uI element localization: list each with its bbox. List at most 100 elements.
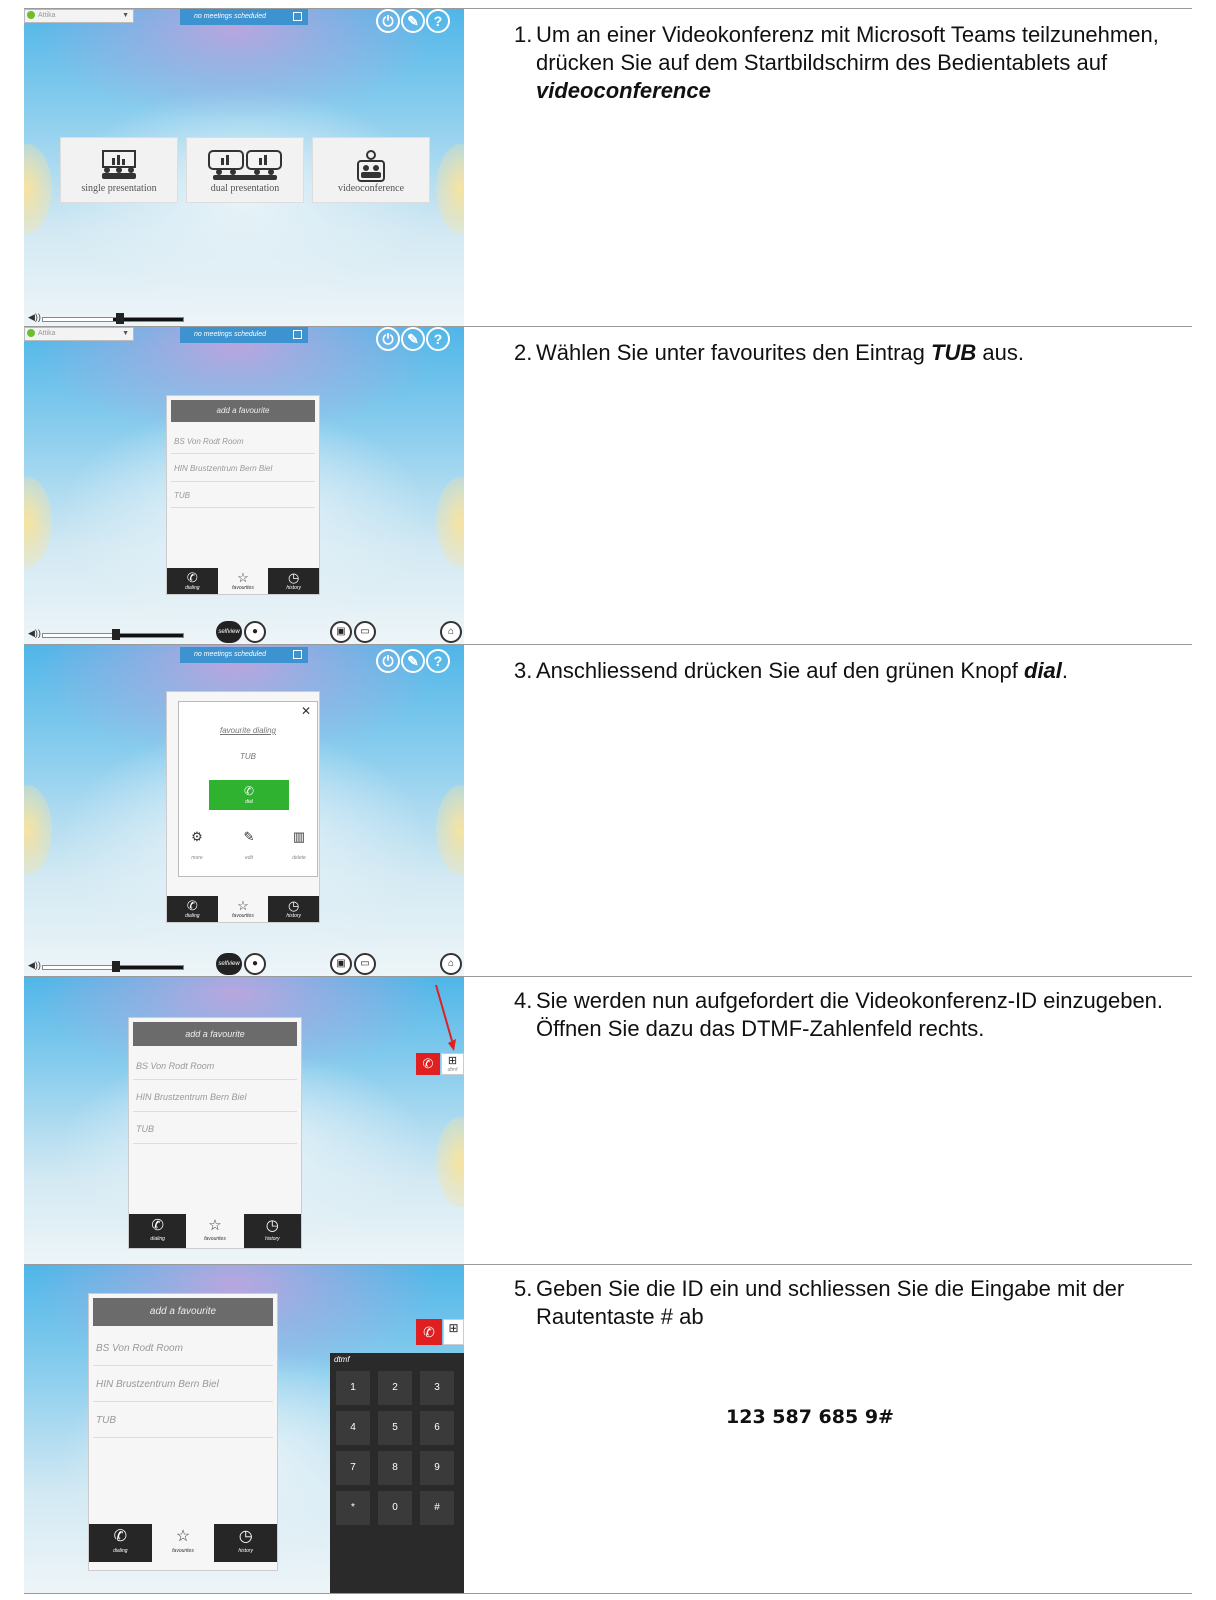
power-icon[interactable]: ⏻ — [376, 9, 400, 33]
favourite-item[interactable]: TUB — [171, 484, 315, 508]
help-icon[interactable]: ? — [426, 327, 450, 351]
favourite-item[interactable]: BS Von Rodt Room — [171, 430, 315, 454]
dtmf-button[interactable]: ⊞ dtmf — [441, 1053, 464, 1075]
dtmf-keypad: dtmf 1 2 3 4 5 6 7 8 9 * 0 # — [330, 1353, 464, 1593]
dtmf-key[interactable]: 4 — [336, 1411, 370, 1445]
clock-icon: ◷ — [288, 570, 300, 585]
meetings-status[interactable]: no meetings scheduled — [180, 327, 308, 343]
power-icon[interactable]: ⏻ — [376, 649, 400, 673]
dtmf-key[interactable]: 3 — [420, 1371, 454, 1405]
microphone-icon[interactable]: ● — [244, 953, 266, 975]
dtmf-key[interactable]: 9 — [420, 1451, 454, 1485]
step-3-text: 3. Anschliessend drücken Sie auf den grün… — [514, 658, 1069, 683]
step-1-text: 1. Um an einer Videokonferenz mit Microso… — [514, 22, 1159, 103]
dtmf-label: dtmf — [334, 1355, 350, 1364]
tab-history[interactable]: ◷ history — [268, 896, 320, 922]
screenshot-dtmf-button: add a favourite BS Von Rodt Room HIN Bru… — [24, 977, 464, 1265]
calendar-icon — [293, 12, 302, 21]
delete-button[interactable]: ▥ delete — [285, 828, 313, 864]
step-5-text: 5. Geben Sie die ID ein und schliessen Si… — [514, 1276, 1125, 1329]
speaker-icon: ◀)) — [28, 960, 41, 970]
step-row-3: no meetings scheduled ⏻ ✎? ✆ dialing ☆ favo… — [24, 644, 1192, 977]
wrench-icon[interactable]: ✎ — [401, 327, 425, 351]
dialog-title: favourite dialing — [219, 726, 277, 735]
selfview-button[interactable]: selfview — [216, 621, 242, 643]
favourites-panel: add a favourite BS Von Rodt Room HIN Bru… — [128, 1017, 302, 1249]
tab-dialing[interactable]: ✆ dialing — [167, 896, 218, 922]
speaker-icon: ◀)) — [28, 312, 41, 322]
phone-icon: ✆ — [151, 1217, 164, 1234]
close-icon[interactable]: ✕ — [301, 704, 311, 718]
favourite-item[interactable]: BS Von Rodt Room — [93, 1332, 273, 1366]
speaker-icon: ◀)) — [28, 628, 41, 638]
phone-icon: ✆ — [113, 1528, 128, 1545]
tab-history[interactable]: ◷ history — [268, 568, 320, 594]
dtmf-key[interactable]: # — [420, 1491, 454, 1525]
meetings-status[interactable]: no meetings scheduled — [180, 647, 308, 663]
tab-history[interactable]: ◷ history — [243, 1214, 301, 1248]
tile-videoconference[interactable]: videoconference — [312, 137, 430, 203]
tab-history[interactable]: ◷ history — [214, 1524, 278, 1562]
calendar-icon — [293, 330, 302, 339]
tab-dialing[interactable]: ✆ dialing — [129, 1214, 187, 1248]
camera-icon[interactable]: ▣ — [330, 621, 352, 643]
screenshot-favourites: Attika ▼ no meetings scheduled ⏻ ✎? add a … — [24, 327, 464, 645]
wrench-icon[interactable]: ✎ — [401, 9, 425, 33]
tab-favourites[interactable]: ☆ favourites — [186, 1214, 244, 1248]
help-icon[interactable]: ? — [426, 649, 450, 673]
hangup-button[interactable]: ✆ — [416, 1053, 440, 1075]
dtmf-key[interactable]: 5 — [378, 1411, 412, 1445]
edit-button[interactable]: ✎ edit — [235, 828, 263, 864]
favourite-item[interactable]: BS Von Rodt Room — [133, 1052, 297, 1080]
dtmf-key[interactable]: 0 — [378, 1491, 412, 1525]
star-icon: ☆ — [175, 1528, 191, 1545]
tab-favourites[interactable]: ☆ favourites — [151, 1524, 215, 1562]
tile-single-presentation[interactable]: single presentation — [60, 137, 178, 203]
favourite-item[interactable]: TUB — [133, 1114, 297, 1144]
microphone-icon[interactable]: ● — [244, 621, 266, 643]
camera-icon[interactable]: ▣ — [330, 953, 352, 975]
laptop-icon[interactable]: ▭ — [354, 953, 376, 975]
help-icon[interactable]: ? — [426, 9, 450, 33]
favourite-item[interactable]: HIN Brustzentrum Bern Biel — [133, 1082, 297, 1112]
hangup-button[interactable]: ✆ — [416, 1319, 442, 1345]
phone-icon: ✆ — [186, 570, 198, 585]
favourite-dialing-dialog: ✕ favourite dialing TUB ✆ dial ⚙ more ✎ ed… — [178, 701, 318, 877]
phone-icon: ✆ — [243, 784, 255, 798]
favourite-item[interactable]: HIN Brustzentrum Bern Biel — [171, 456, 315, 482]
step-2-text: 2. Wählen Sie unter favourites den Eintra… — [514, 340, 1024, 365]
power-icon[interactable]: ⏻ — [376, 327, 400, 351]
dtmf-button[interactable]: ⊞ — [443, 1319, 464, 1345]
dtmf-key[interactable]: * — [336, 1491, 370, 1525]
meetings-status[interactable]: no meetings scheduled — [180, 9, 308, 25]
add-favourite-button[interactable]: add a favourite — [93, 1298, 273, 1326]
dtmf-key[interactable]: 8 — [378, 1451, 412, 1485]
dual-presentation-icon — [208, 150, 282, 180]
screenshot-home: Attika ▼ no meetings scheduled ⏻ ✎? single… — [24, 9, 464, 327]
tab-dialing[interactable]: ✆ dialing — [167, 568, 218, 594]
dtmf-key[interactable]: 1 — [336, 1371, 370, 1405]
wrench-icon[interactable]: ✎ — [401, 649, 425, 673]
home-icon[interactable]: ⌂ — [440, 953, 462, 975]
room-selector[interactable]: Attika ▼ — [24, 9, 134, 23]
step-row-5: add a favourite BS Von Rodt Room HIN Bru… — [24, 1264, 1192, 1594]
tab-favourites[interactable]: ☆ favourites — [217, 896, 269, 922]
dtmf-key[interactable]: 2 — [378, 1371, 412, 1405]
favourite-item[interactable]: HIN Brustzentrum Bern Biel — [93, 1368, 273, 1402]
add-favourite-button[interactable]: add a favourite — [171, 400, 315, 422]
dtmf-key[interactable]: 7 — [336, 1451, 370, 1485]
favourite-item[interactable]: TUB — [93, 1404, 273, 1438]
clock-icon: ◷ — [265, 1217, 279, 1234]
dial-button[interactable]: ✆ dial — [209, 780, 289, 810]
add-favourite-button[interactable]: add a favourite — [133, 1022, 297, 1046]
laptop-icon[interactable]: ▭ — [354, 621, 376, 643]
tile-dual-presentation[interactable]: dual presentation — [186, 137, 304, 203]
selfview-button[interactable]: selfview — [216, 953, 242, 975]
home-icon[interactable]: ⌂ — [440, 621, 462, 643]
tab-dialing[interactable]: ✆ dialing — [89, 1524, 152, 1562]
room-selector[interactable]: Attika ▼ — [24, 327, 134, 341]
dtmf-key[interactable]: 6 — [420, 1411, 454, 1445]
pencil-icon: ✎ — [243, 829, 255, 844]
tab-favourites[interactable]: ☆ favourites — [217, 568, 269, 594]
more-button[interactable]: ⚙ more — [183, 828, 211, 864]
